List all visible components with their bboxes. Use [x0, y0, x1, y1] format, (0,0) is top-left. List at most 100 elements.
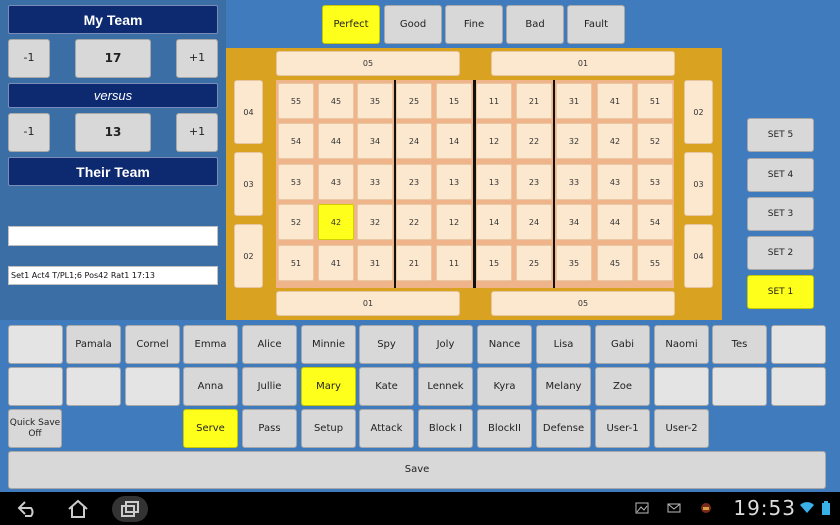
player-button-nance[interactable]: Nance [477, 325, 532, 364]
their-team-plus-button[interactable]: +1 [176, 113, 218, 152]
player-button-spy[interactable]: Spy [359, 325, 414, 364]
court-cell[interactable]: 43 [597, 164, 633, 200]
quick-save-toggle[interactable]: Quick Save Off [8, 409, 62, 448]
player-button-anna[interactable]: Anna [183, 367, 238, 406]
player-button-alice[interactable]: Alice [242, 325, 297, 364]
player-button-kyra[interactable]: Kyra [477, 367, 532, 406]
set-button-5[interactable]: SET 5 [747, 118, 814, 152]
court-cell[interactable]: 25 [396, 83, 432, 119]
court-cell[interactable]: 51 [278, 245, 314, 281]
court-cell[interactable]: 55 [278, 83, 314, 119]
rating-button-good[interactable]: Good [384, 5, 442, 44]
court-cell[interactable]: 32 [556, 123, 592, 159]
court-cell[interactable]: 15 [476, 245, 512, 281]
court-cell[interactable]: 14 [476, 204, 512, 240]
zone-top-left[interactable]: 05 [276, 51, 460, 76]
zone-left-1[interactable]: 03 [234, 152, 263, 216]
my-team-plus-button[interactable]: +1 [176, 39, 218, 78]
court-cell[interactable]: 42 [318, 204, 354, 240]
rating-button-fault[interactable]: Fault [567, 5, 625, 44]
zone-bottom-left[interactable]: 01 [276, 291, 460, 316]
player-button-jullie[interactable]: Jullie [242, 367, 297, 406]
rating-button-bad[interactable]: Bad [506, 5, 564, 44]
court-cell[interactable]: 23 [396, 164, 432, 200]
court-cell[interactable]: 34 [357, 123, 393, 159]
player-button-joly[interactable]: Joly [418, 325, 473, 364]
court-cell[interactable]: 41 [597, 83, 633, 119]
court-cell[interactable]: 14 [436, 123, 472, 159]
court-cell[interactable]: 31 [357, 245, 393, 281]
court-cell[interactable]: 44 [318, 123, 354, 159]
court-cell[interactable]: 55 [637, 245, 673, 281]
player-button-tes[interactable]: Tes [712, 325, 767, 364]
set-button-4[interactable]: SET 4 [747, 158, 814, 192]
set-button-3[interactable]: SET 3 [747, 197, 814, 231]
zone-top-right[interactable]: 01 [491, 51, 675, 76]
court-cell[interactable]: 35 [556, 245, 592, 281]
save-button[interactable]: Save [8, 451, 826, 489]
my-team-minus-button[interactable]: -1 [8, 39, 50, 78]
action-button-pass[interactable]: Pass [242, 409, 297, 448]
rating-button-perfect[interactable]: Perfect [322, 5, 380, 44]
court-cell[interactable]: 43 [318, 164, 354, 200]
player-button-lisa[interactable]: Lisa [536, 325, 591, 364]
court-cell[interactable]: 13 [436, 164, 472, 200]
court-cell[interactable]: 51 [637, 83, 673, 119]
court-cell[interactable]: 34 [556, 204, 592, 240]
court-cell[interactable]: 41 [318, 245, 354, 281]
zone-right-1[interactable]: 03 [684, 152, 713, 216]
zone-bottom-right[interactable]: 05 [491, 291, 675, 316]
empty-player-slot[interactable] [125, 367, 180, 406]
empty-player-slot[interactable] [8, 325, 63, 364]
empty-player-slot[interactable] [771, 325, 826, 364]
court-cell[interactable]: 54 [278, 123, 314, 159]
player-button-naomi[interactable]: Naomi [654, 325, 709, 364]
court-cell[interactable]: 42 [597, 123, 633, 159]
action-button-attack[interactable]: Attack [359, 409, 414, 448]
court-cell[interactable]: 11 [436, 245, 472, 281]
player-button-gabi[interactable]: Gabi [595, 325, 650, 364]
notes-input[interactable] [8, 226, 218, 246]
court-cell[interactable]: 53 [637, 164, 673, 200]
action-button-user-1[interactable]: User-1 [595, 409, 650, 448]
court-cell[interactable]: 15 [436, 83, 472, 119]
court-cell[interactable]: 12 [476, 123, 512, 159]
court-cell[interactable]: 24 [396, 123, 432, 159]
court-cell[interactable]: 52 [278, 204, 314, 240]
court-cell[interactable]: 22 [396, 204, 432, 240]
court-cell[interactable]: 52 [637, 123, 673, 159]
zone-left-2[interactable]: 02 [234, 224, 263, 288]
action-button-blockii[interactable]: BlockII [477, 409, 532, 448]
court-cell[interactable]: 54 [637, 204, 673, 240]
empty-player-slot[interactable] [66, 367, 121, 406]
home-icon[interactable] [64, 498, 92, 520]
court-cell[interactable]: 44 [597, 204, 633, 240]
court-cell[interactable]: 33 [556, 164, 592, 200]
court-cell[interactable]: 53 [278, 164, 314, 200]
player-button-melany[interactable]: Melany [536, 367, 591, 406]
empty-player-slot[interactable] [712, 367, 767, 406]
court-cell[interactable]: 45 [597, 245, 633, 281]
court-cell[interactable]: 12 [436, 204, 472, 240]
action-button-user-2[interactable]: User-2 [654, 409, 709, 448]
player-button-emma[interactable]: Emma [183, 325, 238, 364]
court-cell[interactable]: 24 [516, 204, 552, 240]
zone-right-2[interactable]: 04 [684, 224, 713, 288]
player-button-mary[interactable]: Mary [301, 367, 356, 406]
court-cell[interactable]: 33 [357, 164, 393, 200]
court-cell[interactable]: 31 [556, 83, 592, 119]
player-button-minnie[interactable]: Minnie [301, 325, 356, 364]
player-button-zoe[interactable]: Zoe [595, 367, 650, 406]
court-cell[interactable]: 25 [516, 245, 552, 281]
set-button-2[interactable]: SET 2 [747, 236, 814, 270]
their-team-minus-button[interactable]: -1 [8, 113, 50, 152]
court-cell[interactable]: 21 [516, 83, 552, 119]
set-button-1[interactable]: SET 1 [747, 275, 814, 309]
court-cell[interactable]: 21 [396, 245, 432, 281]
player-button-pamala[interactable]: Pamala [66, 325, 121, 364]
zone-right-0[interactable]: 02 [684, 80, 713, 144]
empty-player-slot[interactable] [771, 367, 826, 406]
court-cell[interactable]: 22 [516, 123, 552, 159]
action-button-defense[interactable]: Defense [536, 409, 591, 448]
action-button-block-i[interactable]: Block I [418, 409, 473, 448]
